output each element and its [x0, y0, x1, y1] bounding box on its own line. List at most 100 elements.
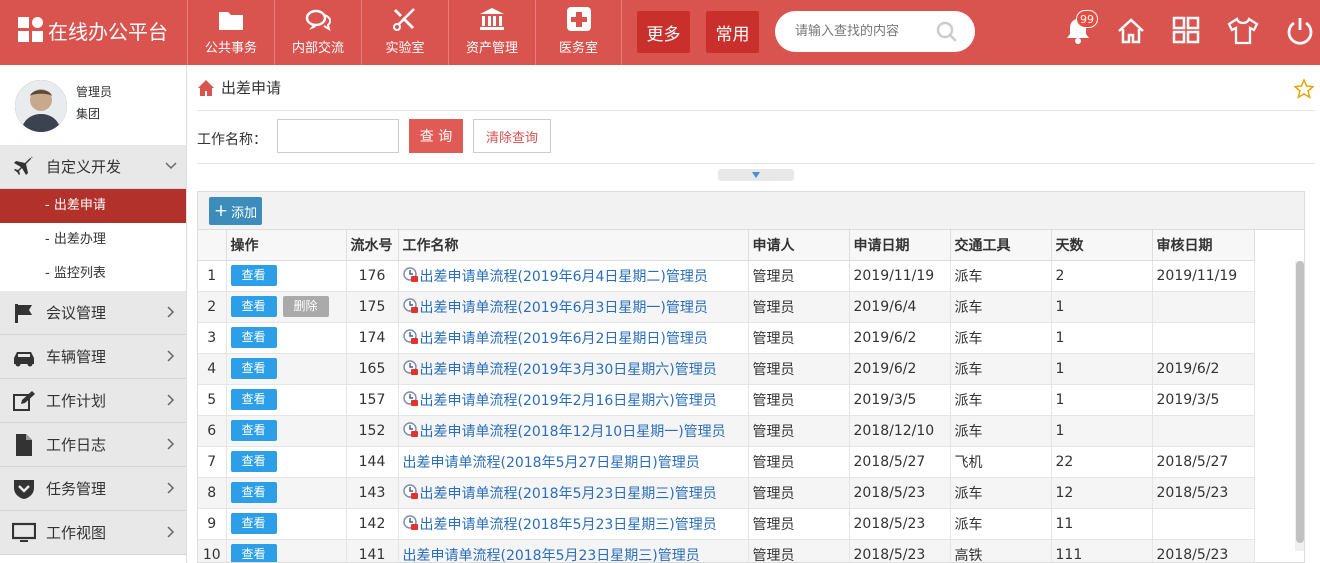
home-icon[interactable]	[197, 79, 215, 97]
view-button[interactable]: 查看	[230, 389, 277, 410]
actions-cell: 查看	[226, 353, 347, 385]
column-header[interactable]: 审核日期	[1152, 230, 1255, 261]
column-header[interactable]: 申请日期	[849, 230, 951, 261]
flow-status-icon	[402, 266, 418, 282]
nav-item-label: 内部交流	[291, 41, 344, 56]
view-button[interactable]: 查看	[230, 296, 277, 317]
view-button[interactable]: 查看	[230, 327, 277, 348]
view-button[interactable]: 查看	[230, 420, 277, 441]
flow-status-icon	[402, 390, 418, 406]
table-row[interactable]: 10 查看 141 出差申请单流程(2018年5月23日星期三)管理员 管理员 2018/…	[198, 539, 1255, 563]
table-row[interactable]: 3 查看 174 出差申请单流程(2019年6月2日星期日)管理员 管理员 2019/6/…	[198, 322, 1255, 354]
work-name-link[interactable]: 出差申请单流程(2019年6月4日星期二)管理员	[420, 269, 708, 285]
work-name-link[interactable]: 出差申请单流程(2019年2月16日星期六)管理员	[420, 393, 717, 409]
table-row[interactable]: 6 查看 152 出差申请单流程(2018年12月10日星期一)管理员 管理员 2018/…	[198, 415, 1255, 447]
search-input[interactable]	[795, 24, 935, 39]
nav-item-label: 公共事务	[204, 41, 257, 56]
column-header[interactable]: 申请人	[748, 230, 850, 261]
nav-item-public-affairs[interactable]: 公共事务	[187, 0, 274, 65]
apply-date-cell: 2019/6/2	[849, 322, 951, 354]
sidebar-group-meeting[interactable]: 会议管理	[0, 291, 186, 335]
review-date-cell: 2019/11/19	[1152, 260, 1255, 292]
scrollbar-thumb[interactable]	[1296, 261, 1304, 543]
work-name-link[interactable]: 出差申请单流程(2019年6月3日星期一)管理员	[420, 300, 708, 316]
sidebar-item-travel-processing[interactable]: - 出差办理	[0, 223, 186, 257]
sidebar-group-task[interactable]: 任务管理	[0, 467, 186, 511]
nav-item-clinic[interactable]: 医务室	[535, 0, 622, 65]
view-button[interactable]: 查看	[230, 358, 277, 379]
sidebar-group-label: 任务管理	[46, 480, 107, 498]
power-icon[interactable]	[1285, 16, 1315, 46]
applicant-cell: 管理员	[748, 477, 850, 509]
nav-item-laboratory[interactable]: 实验室	[361, 0, 448, 65]
column-header[interactable]: 交通工具	[950, 230, 1052, 261]
search-icon[interactable]	[935, 20, 959, 44]
work-name-link[interactable]: 出差申请单流程(2019年6月2日星期日)管理员	[420, 331, 708, 347]
review-date-cell: 2018/5/23	[1152, 539, 1255, 562]
table-header-row: 操作 流水号 工作名称 申请人 申请日期 交通工具 天数 审核日期	[198, 230, 1255, 261]
table-row[interactable]: 8 查看 143 出差申请单流程(2018年5月23日星期三)管理员 管理员 2018/5…	[198, 477, 1255, 509]
avatar[interactable]	[15, 80, 67, 132]
view-button[interactable]: 查看	[230, 513, 277, 534]
view-button[interactable]: 查看	[230, 265, 277, 286]
work-name-link[interactable]: 出差申请单流程(2018年5月27日星期日)管理员	[403, 455, 700, 471]
view-button[interactable]: 查看	[230, 544, 277, 562]
table-row[interactable]: 2 查看 删除 175 出差申请单流程(2019年6月3日星期一)管理员 管理员 2019/…	[198, 291, 1255, 323]
apps-grid-icon[interactable]	[1172, 16, 1200, 44]
sidebar-group-vehicle[interactable]: 车辆管理	[0, 335, 186, 379]
work-name-link[interactable]: 出差申请单流程(2018年5月23日星期三)管理员	[420, 486, 717, 502]
folder-icon	[219, 12, 243, 30]
sidebar-group-custom-dev[interactable]: 自定义开发	[0, 145, 186, 189]
car-icon	[14, 351, 34, 366]
applicant-cell: 管理员	[748, 415, 850, 447]
nav-item-internal-exchange[interactable]: 内部交流	[274, 0, 361, 65]
row-index: 7	[198, 446, 227, 478]
column-header[interactable]: 操作	[226, 230, 347, 261]
star-icon[interactable]	[1294, 79, 1314, 99]
work-name-link[interactable]: 出差申请单流程(2018年12月10日星期一)管理员	[420, 424, 726, 440]
vertical-scrollbar[interactable]	[1295, 261, 1304, 551]
days-cell: 22	[1051, 446, 1153, 478]
table-row[interactable]: 4 查看 165 出差申请单流程(2019年3月30日星期六)管理员 管理员 2019/6…	[198, 353, 1255, 385]
add-button[interactable]: + 添加	[209, 197, 262, 225]
sidebar-item-travel-application[interactable]: - 出差申请	[0, 189, 186, 223]
table-row[interactable]: 9 查看 142 出差申请单流程(2018年5月23日星期三)管理员 管理员 2018/5…	[198, 508, 1255, 540]
column-header[interactable]: 天数	[1051, 230, 1153, 261]
table-row[interactable]: 7 查看 144 出差申请单流程(2018年5月27日星期日)管理员 管理员 2018/5…	[198, 446, 1255, 478]
column-header[interactable]: 流水号	[346, 230, 399, 261]
table-row[interactable]: 1 查看 176 出差申请单流程(2019年6月4日星期二)管理员 管理员 2019/11…	[198, 260, 1255, 292]
sidebar-group-work-plan[interactable]: 工作计划	[0, 379, 186, 423]
search-button[interactable]: 查 询	[409, 119, 463, 153]
shirt-icon[interactable]	[1227, 16, 1259, 46]
applicant-cell: 管理员	[748, 508, 850, 540]
work-name-input[interactable]	[277, 119, 399, 153]
common-button[interactable]: 常用	[706, 11, 759, 53]
days-cell: 1	[1051, 353, 1153, 385]
review-date-cell: 2019/6/2	[1152, 353, 1255, 385]
sidebar-group-label: 工作日志	[46, 436, 107, 454]
more-button[interactable]: 更多	[637, 11, 690, 53]
column-header[interactable]: 工作名称	[398, 230, 749, 261]
home-icon[interactable]	[1116, 16, 1146, 46]
sidebar-item-monitor-list[interactable]: - 监控列表	[0, 257, 186, 291]
work-name-link[interactable]: 出差申请单流程(2019年3月30日星期六)管理员	[420, 362, 717, 378]
clear-search-button[interactable]: 清除查询	[473, 119, 551, 153]
row-index: 1	[198, 260, 227, 292]
delete-button[interactable]: 删除	[282, 296, 329, 317]
row-index: 5	[198, 384, 227, 416]
tools-icon	[393, 8, 415, 31]
work-name-cell: 出差申请单流程(2019年6月3日星期一)管理员	[398, 291, 749, 323]
apply-date-cell: 2019/11/19	[849, 260, 951, 292]
app-logo[interactable]: 在线办公平台	[18, 16, 168, 44]
sidebar-group-work-log[interactable]: 工作日志	[0, 423, 186, 467]
view-button[interactable]: 查看	[230, 482, 277, 503]
view-button[interactable]: 查看	[230, 451, 277, 472]
sidebar-group-work-view[interactable]: 工作视图	[0, 511, 186, 555]
review-date-cell: 2018/5/23	[1152, 477, 1255, 509]
work-name-link[interactable]: 出差申请单流程(2018年5月23日星期三)管理员	[403, 548, 700, 563]
nav-item-asset-management[interactable]: 资产管理	[448, 0, 535, 65]
collapse-toggle[interactable]	[718, 169, 794, 181]
table-row[interactable]: 5 查看 157 出差申请单流程(2019年2月16日星期六)管理员 管理员 2019/3…	[198, 384, 1255, 416]
work-name-link[interactable]: 出差申请单流程(2018年5月23日星期三)管理员	[420, 517, 717, 533]
days-cell: 12	[1051, 477, 1153, 509]
